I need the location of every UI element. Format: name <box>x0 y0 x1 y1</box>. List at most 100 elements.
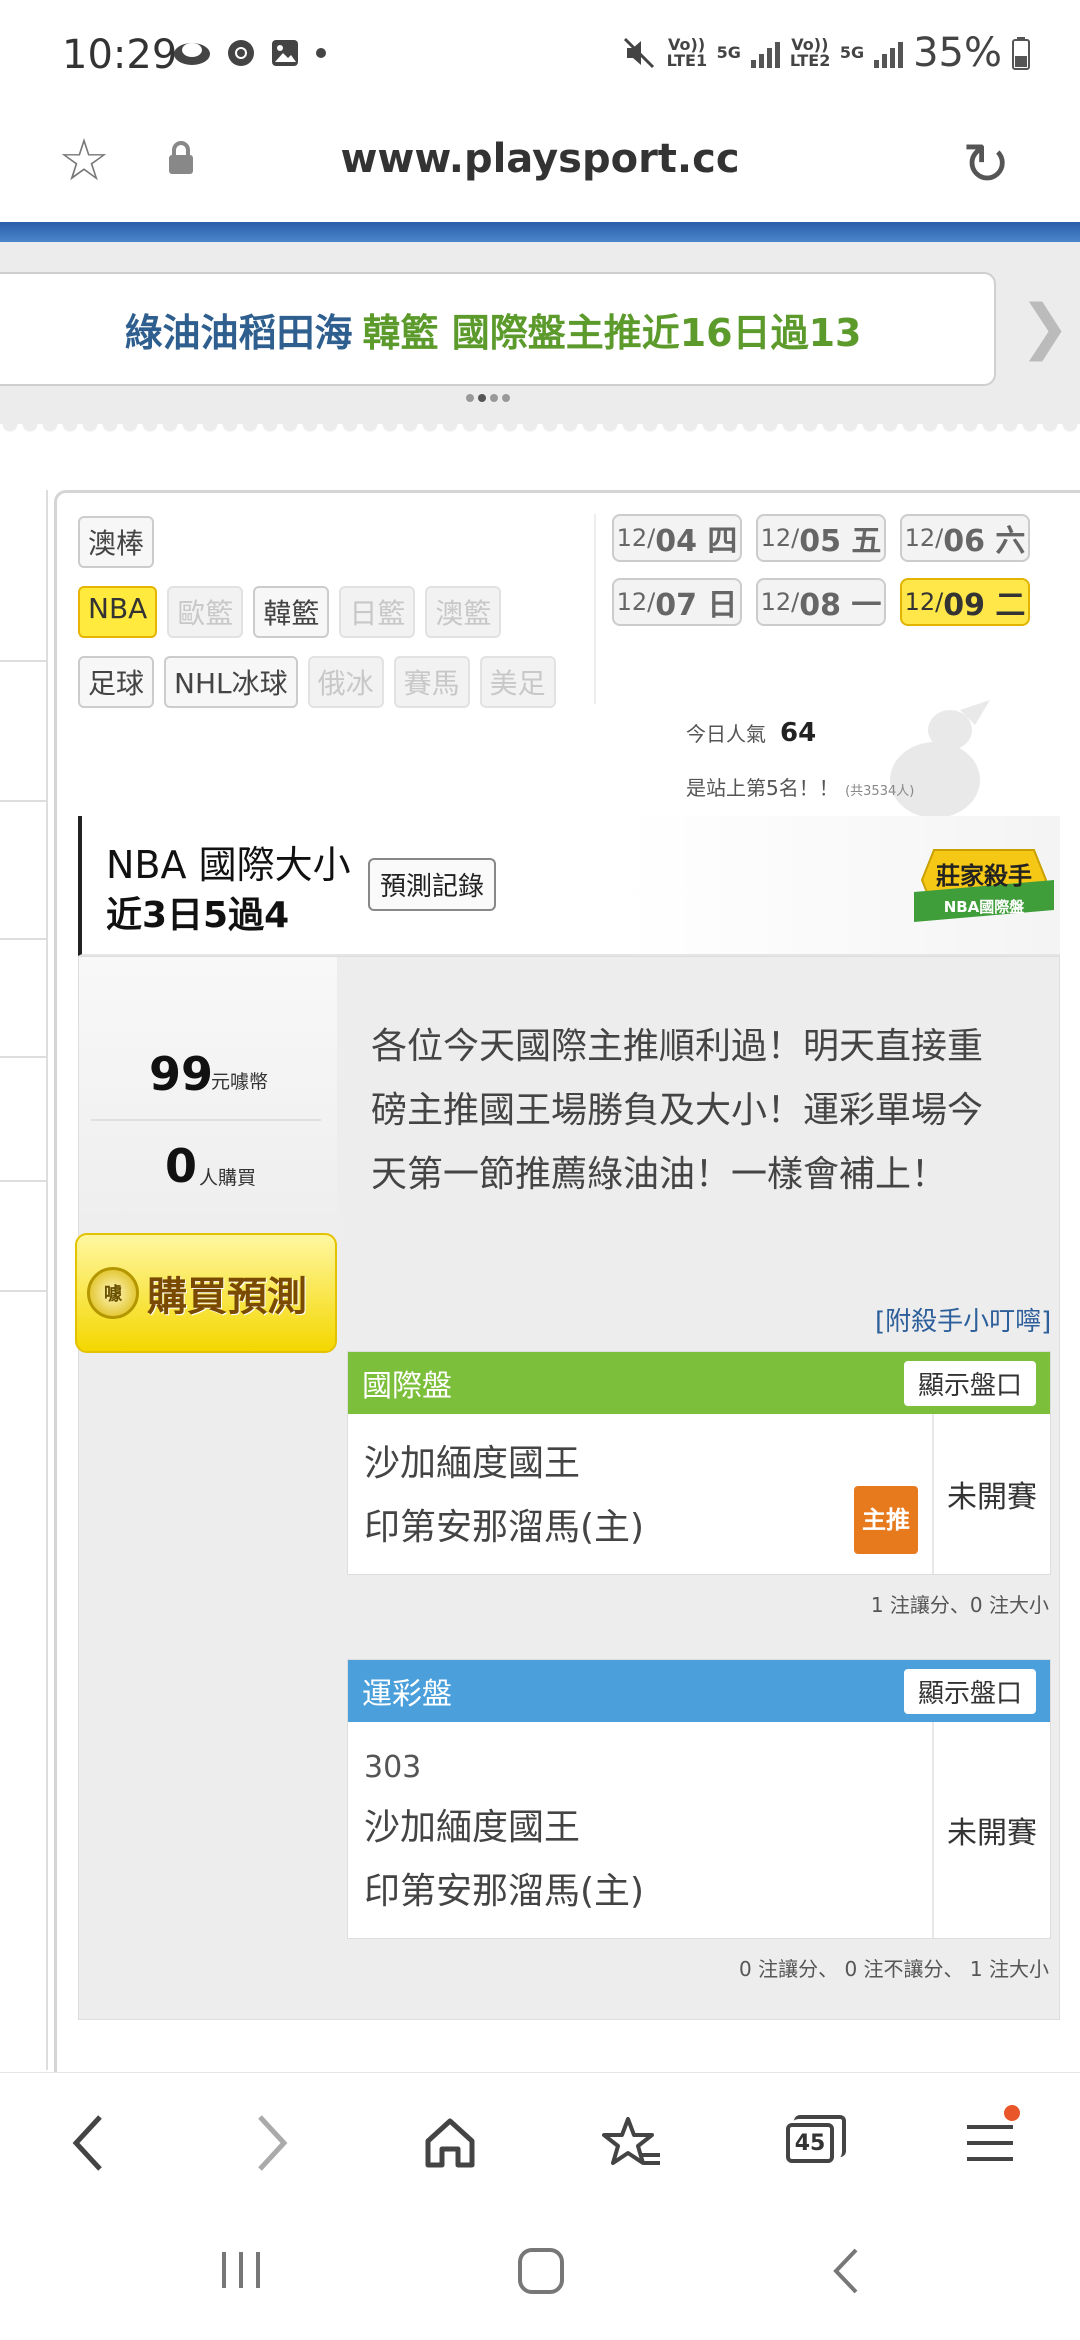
recents-icon[interactable] <box>216 2248 266 2292</box>
svg-text:NBA國際盤: NBA國際盤 <box>944 898 1026 916</box>
date-button[interactable]: 12/06 六 <box>900 514 1030 562</box>
date-button[interactable]: 12/05 五 <box>756 514 886 562</box>
back-button[interactable] <box>48 2103 128 2183</box>
card-body: 303 沙加緬度國王 印第安那溜馬(主) 未開賽 <box>348 1722 1050 1938</box>
sport-button-horse-racing: 賽馬 <box>393 656 470 708</box>
home-button[interactable] <box>410 2103 490 2183</box>
status-time: 10:29 <box>62 32 178 78</box>
signal1-icon <box>750 38 780 68</box>
card-body: 沙加緬度國王 印第安那溜馬(主) 主推 未開賽 <box>348 1414 1050 1574</box>
network1-label: 5G <box>716 43 741 62</box>
system-nav-bar <box>0 2204 1080 2340</box>
date-button[interactable]: 12/08 一 <box>756 578 886 626</box>
prediction-panel: 99 元噱幣 0 人購買 噱 購買預測 各位今天國際主推順利過！明天直接重磅主推… <box>75 956 1060 2020</box>
date-button[interactable]: 12/07 日 <box>612 578 742 626</box>
status-bar: 10:29 Vo)) LTE1 5G Vo)) LTE2 5G 35% <box>0 0 1080 110</box>
sport-selector: 澳棒 NBA 歐籃 韓籃 日籃 澳籃 足球 NHL冰球 俄冰 賽馬 美足 <box>78 516 578 726</box>
pick-summary: 1 注讓分、0 注大小 <box>870 1593 1049 1617</box>
show-odds-button[interactable]: 顯示盤口 <box>903 1668 1036 1714</box>
tips-link[interactable]: [附殺手小叮嚀] <box>875 1301 1051 1338</box>
promo-text-green: 韓籃 國際盤主推近16日過13 <box>362 310 862 355</box>
price-box: 99 元噱幣 0 人購買 <box>79 957 337 1257</box>
home-team: 印第安那溜馬(主) <box>364 1871 645 1912</box>
sport-button-korea-basketball[interactable]: 韓籃 <box>253 586 330 638</box>
status-right: Vo)) LTE1 5G Vo)) LTE2 5G 35% <box>621 30 1030 76</box>
tab-count: 45 <box>786 2115 846 2163</box>
coin-icon: 噱 <box>87 1267 139 1319</box>
forward-button[interactable] <box>232 2103 312 2183</box>
tabs-button[interactable]: 45 <box>770 2103 850 2183</box>
show-odds-button[interactable]: 顯示盤口 <box>903 1360 1036 1406</box>
image-icon <box>272 40 298 66</box>
home-icon <box>425 2118 475 2168</box>
killer-badge-icon: 莊家殺手 NBA國際盤 <box>914 849 1054 922</box>
killer-header: NBA 國際大小 近3日5過4 預測記錄 莊家殺手 NBA國際盤 <box>78 816 1060 956</box>
volte1-label: Vo)) LTE1 <box>666 35 708 70</box>
chevron-right-icon[interactable]: ❯ <box>1020 292 1070 362</box>
divider <box>91 1119 321 1121</box>
notification-dot <box>1004 2105 1020 2121</box>
popularity-value: 64 <box>780 718 817 748</box>
rank-label: 是站上第5名！！ <box>686 776 839 800</box>
home-team: 印第安那溜馬(主) <box>364 1507 645 1548</box>
popularity-label: 今日人氣 <box>686 722 766 746</box>
card-title: 運彩盤 <box>362 1677 452 1712</box>
buy-prediction-button[interactable]: 噱 購買預測 <box>75 1233 337 1353</box>
price-unit: 元噱幣 <box>211 1071 269 1093</box>
browser-bottom-nav: 45 <box>0 2072 1080 2204</box>
bookmarks-star-icon <box>602 2117 660 2165</box>
chrome-icon <box>228 40 254 66</box>
buyers-unit: 人購買 <box>199 1167 257 1189</box>
card-title: 國際盤 <box>362 1369 452 1404</box>
menu-button[interactable] <box>950 2103 1030 2183</box>
menu-icon <box>967 2125 1013 2161</box>
sport-button-us-football: 美足 <box>479 656 556 708</box>
killer-title: NBA 國際大小 <box>106 843 351 887</box>
dot-icon <box>316 48 326 58</box>
matchup: 303 沙加緬度國王 印第安那溜馬(主) <box>348 1722 934 1938</box>
mute-icon <box>623 37 654 69</box>
game-status: 未開賽 <box>947 1816 1037 1851</box>
popularity: 今日人氣 64 <box>686 718 816 748</box>
chevron-left-icon <box>72 2115 102 2171</box>
date-selector: 12/04 四 12/05 五 12/06 六 12/07 日 12/08 一 … <box>612 514 1032 626</box>
sport-button-soccer[interactable]: 足球 <box>78 656 155 708</box>
left-sidebar-edge <box>0 490 48 2070</box>
promo-area: 綠油油稻田海 韓籃 國際盤主推近16日過13 ❯ <box>0 242 1080 444</box>
battery-percent: 35% <box>913 30 1002 76</box>
buyers-count: 0 <box>165 1139 198 1193</box>
cloud-icon <box>174 43 210 65</box>
promo-banner[interactable]: 綠油油稻田海 韓籃 國際盤主推近16日過13 <box>0 272 996 386</box>
date-button-selected[interactable]: 12/09 二 <box>900 578 1030 626</box>
buy-button-label: 購買預測 <box>147 1274 307 1320</box>
sport-button-nba[interactable]: NBA <box>78 586 158 638</box>
sport-button-euro-basketball: 歐籃 <box>167 586 244 638</box>
signal2-icon <box>874 38 904 68</box>
back-arrow-icon[interactable] <box>826 2246 866 2296</box>
mascot-watermark-icon <box>890 700 990 818</box>
site-header-band <box>0 222 1080 242</box>
divider <box>594 514 596 704</box>
url-bar: ☆ www.playsport.cc ↻ <box>0 110 1080 222</box>
reload-icon[interactable]: ↻ <box>962 130 1011 198</box>
intl-line-card: 國際盤 顯示盤口 沙加緬度國王 印第安那溜馬(主) 主推 未開賽 <box>347 1351 1051 1575</box>
home-circle-icon[interactable] <box>516 2246 566 2296</box>
killer-message: 各位今天國際主推順利過！明天直接重磅主推國王場勝負及大小！運彩單場今天第一節推薦… <box>371 1026 984 1195</box>
sport-button-aus-baseball[interactable]: 澳棒 <box>78 516 155 568</box>
battery-icon <box>1012 37 1030 70</box>
pick-summary: 0 注讓分、 0 注不讓分、 1 注大小 <box>739 1957 1049 1981</box>
chevron-right-icon <box>258 2115 288 2171</box>
url-text[interactable]: www.playsport.cc <box>0 136 1080 182</box>
network2-label: 5G <box>839 43 865 62</box>
bookmarks-button[interactable] <box>592 2103 672 2183</box>
date-button[interactable]: 12/04 四 <box>612 514 742 562</box>
lottery-line-card: 運彩盤 顯示盤口 303 沙加緬度國王 印第安那溜馬(主) 未開賽 <box>347 1659 1051 1939</box>
sport-button-aus-basketball: 澳籃 <box>425 586 502 638</box>
card-header: 運彩盤 顯示盤口 <box>348 1660 1050 1722</box>
main-pick-badge: 主推 <box>854 1486 918 1554</box>
sport-button-nhl[interactable]: NHL冰球 <box>164 656 298 708</box>
prediction-history-button[interactable]: 預測記錄 <box>368 858 497 911</box>
price-amount: 99 <box>149 1047 214 1101</box>
carousel-dots <box>466 394 510 402</box>
game-code: 303 <box>364 1750 422 1785</box>
